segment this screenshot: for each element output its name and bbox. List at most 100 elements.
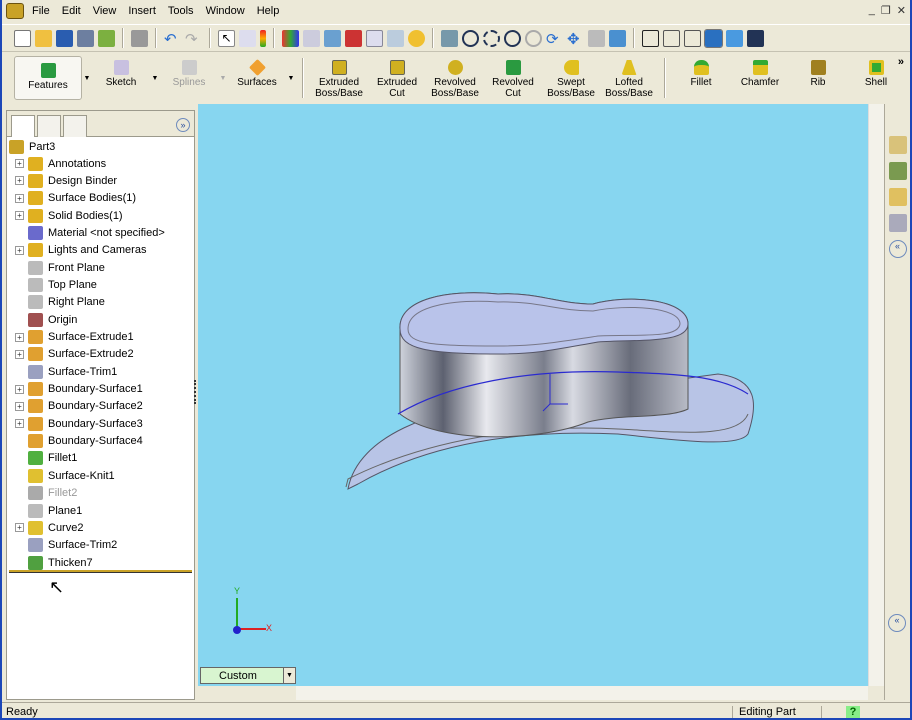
tree-item[interactable]: Top Plane [7, 276, 97, 293]
tree-item[interactable]: Surface-Trim2 [7, 537, 117, 554]
extruded-cut-button[interactable]: Extruded Cut [368, 54, 426, 102]
tree-item[interactable]: + Surface-Extrude2 [7, 346, 134, 363]
undo-icon[interactable]: ↶ [164, 30, 181, 48]
expand-icon[interactable]: + [15, 332, 24, 342]
expand-icon[interactable]: + [15, 176, 24, 186]
zoom-to-fit-icon[interactable] [462, 29, 479, 47]
revolved-cut-button[interactable]: Revolved Cut [484, 54, 542, 102]
select-filter-icon[interactable] [239, 29, 256, 47]
pan-icon[interactable]: ✥ [567, 30, 584, 48]
tree-item[interactable]: + Annotations [7, 155, 106, 172]
tree-item[interactable]: Surface-Knit1 [7, 467, 115, 484]
expand-icon[interactable]: + [15, 211, 24, 221]
tree-item[interactable]: Fillet2 [7, 485, 77, 502]
graphics-area[interactable]: Y X [198, 104, 868, 686]
tree-item[interactable]: Front Plane [7, 259, 105, 276]
tab-features[interactable]: Features [14, 56, 82, 100]
expand-icon[interactable]: + [15, 384, 24, 394]
expand-icon[interactable]: + [15, 401, 24, 411]
minimize-icon[interactable]: _ [869, 4, 875, 17]
swept-boss-button[interactable]: Swept Boss/Base [542, 54, 600, 102]
view-palette-icon[interactable] [888, 214, 907, 232]
tree-item[interactable]: + Solid Bodies(1) [7, 207, 123, 224]
tree-item[interactable]: + Design Binder [7, 172, 117, 189]
photoworks-icon[interactable] [324, 29, 341, 47]
new-icon[interactable] [14, 29, 31, 47]
menu-help[interactable]: Help [251, 5, 286, 17]
expand-icon[interactable]: + [15, 245, 24, 255]
fillet-button[interactable]: Fillet [672, 54, 730, 102]
rib-button[interactable]: Rib [789, 54, 847, 102]
help-icon[interactable] [408, 29, 425, 47]
tree-item[interactable]: Material <not specified> [7, 224, 165, 241]
3d-content-icon[interactable] [345, 29, 362, 47]
make-assembly-icon[interactable] [98, 29, 115, 47]
open-icon[interactable] [35, 29, 52, 47]
tree-item[interactable]: + Curve2 [7, 519, 83, 536]
design-library-icon[interactable] [888, 162, 907, 180]
more-icon[interactable]: » [898, 56, 904, 68]
make-drawing-icon[interactable] [77, 29, 94, 47]
tree-root[interactable]: Part3 [9, 138, 55, 155]
close-icon[interactable]: ✕ [897, 4, 906, 17]
save-icon[interactable] [56, 29, 73, 47]
tree-item[interactable]: Surface-Trim1 [7, 363, 117, 380]
tree-item[interactable]: Fillet1 [7, 450, 77, 467]
rotate-icon[interactable]: ⟳ [546, 30, 563, 48]
expand-task-pane-icon[interactable]: « [888, 240, 907, 258]
expand-icon[interactable]: + [15, 159, 24, 168]
tree-item[interactable]: Plane1 [7, 502, 82, 519]
menu-window[interactable]: Window [200, 5, 251, 17]
lofted-boss-button[interactable]: Lofted Boss/Base [600, 54, 658, 102]
horizontal-scrollbar[interactable] [296, 686, 868, 700]
expand-icon[interactable]: + [15, 193, 24, 203]
surfaces-dropdown[interactable]: ▼ [286, 54, 296, 102]
tab-feature-manager[interactable] [11, 115, 35, 137]
collapse-panel-icon[interactable]: » [176, 118, 190, 132]
rollback-bar[interactable] [9, 570, 192, 573]
vertical-scrollbar[interactable] [868, 104, 884, 686]
properties-icon[interactable] [387, 29, 404, 47]
rebuild-icon[interactable] [260, 29, 266, 47]
tree-item[interactable]: + Boundary-Surface3 [7, 415, 143, 432]
shell-button[interactable]: Shell [847, 54, 905, 102]
revolved-boss-button[interactable]: Revolved Boss/Base [426, 54, 484, 102]
file-explorer-icon[interactable] [888, 188, 907, 206]
zoom-to-area-icon[interactable] [483, 29, 500, 47]
tree-item[interactable]: Boundary-Surface4 [7, 433, 143, 450]
measure-icon[interactable] [441, 29, 458, 47]
select-icon[interactable]: ↖ [218, 29, 235, 47]
chamfer-button[interactable]: Chamfer [731, 54, 789, 102]
standard-views-icon[interactable] [609, 29, 626, 47]
menu-file[interactable]: File [26, 5, 56, 17]
menu-tools[interactable]: Tools [162, 5, 200, 17]
expand-icon[interactable]: + [15, 419, 24, 429]
tab-sketch[interactable]: Sketch [92, 54, 150, 102]
extruded-boss-button[interactable]: Extruded Boss/Base [310, 54, 368, 102]
shaded-with-edges-icon[interactable] [704, 28, 723, 48]
tree-item[interactable]: Right Plane [7, 294, 105, 311]
menu-insert[interactable]: Insert [122, 5, 162, 17]
hidden-lines-removed-icon[interactable] [684, 29, 701, 47]
solidworks-logo-icon[interactable] [6, 3, 24, 19]
tree-item[interactable]: + Surface-Extrude1 [7, 329, 134, 346]
tab-configuration-manager[interactable] [63, 115, 87, 137]
expand-icon[interactable]: + [15, 349, 24, 359]
options-icon[interactable] [282, 29, 299, 47]
tab-property-manager[interactable] [37, 115, 61, 137]
tree-item[interactable]: + Surface Bodies(1) [7, 190, 136, 207]
hidden-lines-visible-icon[interactable] [663, 29, 680, 47]
tree-item[interactable]: Origin [7, 311, 77, 328]
shadows-icon[interactable] [747, 29, 764, 47]
view-orientation-select[interactable]: Custom ▼ [200, 667, 296, 684]
features-dropdown[interactable]: ▼ [82, 54, 92, 102]
menu-edit[interactable]: Edit [56, 5, 87, 17]
tree-item[interactable]: + Lights and Cameras [7, 242, 146, 259]
collapse-task-pane-icon[interactable]: « [888, 614, 906, 632]
tree-item[interactable]: Thicken7 [7, 554, 93, 571]
expand-icon[interactable]: + [15, 523, 24, 533]
tree-item[interactable]: + Boundary-Surface2 [7, 398, 143, 415]
menu-view[interactable]: View [87, 5, 123, 17]
home-icon[interactable] [888, 136, 907, 154]
toolbox-icon[interactable] [366, 29, 383, 47]
